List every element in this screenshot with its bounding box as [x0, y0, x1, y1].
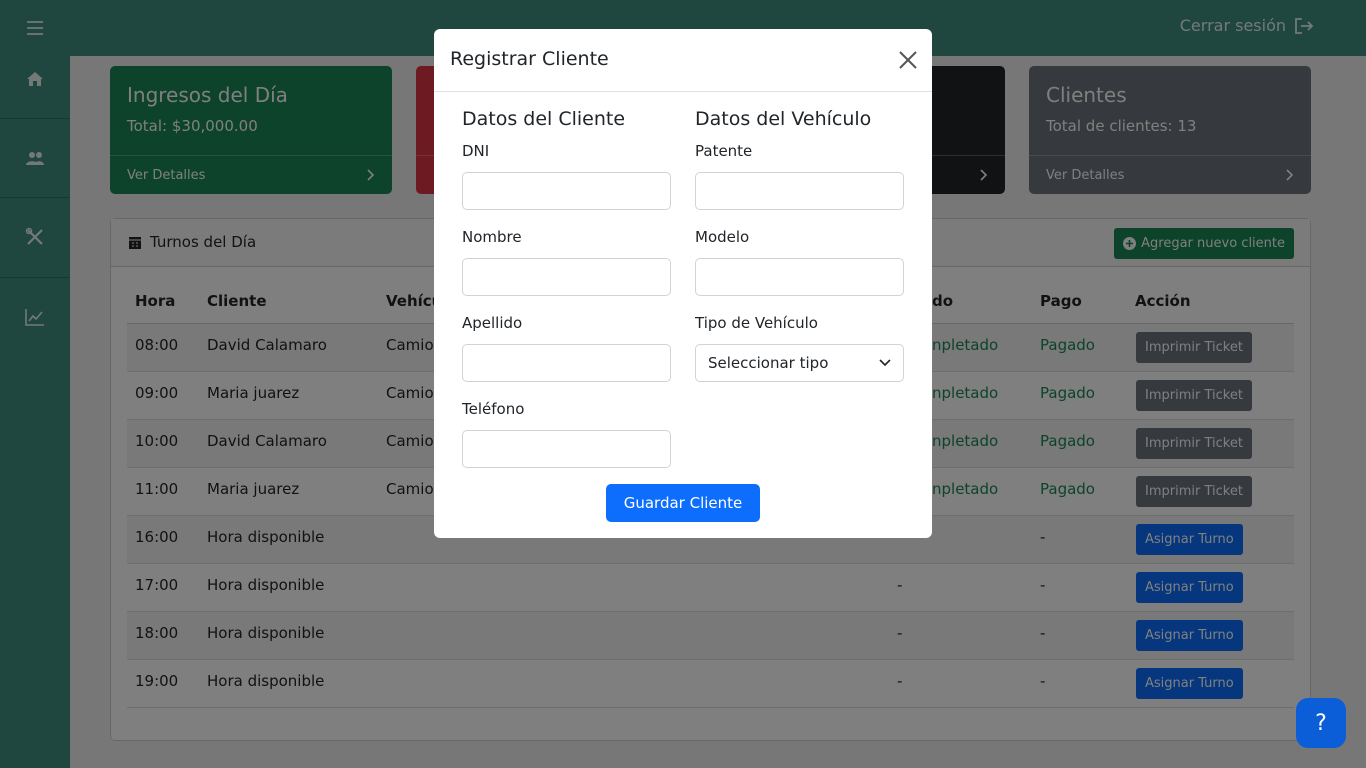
save-client-button[interactable]: Guardar Cliente: [606, 484, 760, 522]
nombre-label: Nombre: [462, 228, 522, 246]
modal-header: Registrar Cliente: [434, 29, 932, 92]
patente-label: Patente: [695, 142, 753, 160]
vehicle-section-title: Datos del Vehículo: [695, 108, 872, 130]
vehicle-type-select[interactable]: Seleccionar tipo: [695, 344, 904, 382]
modal-title: Registrar Cliente: [450, 48, 609, 70]
register-client-modal: Registrar Cliente Datos del Cliente Dato…: [434, 29, 932, 538]
telefono-label: Teléfono: [462, 400, 525, 418]
tipo-label: Tipo de Vehículo: [695, 314, 818, 332]
telefono-input[interactable]: [462, 430, 671, 468]
dni-input[interactable]: [462, 172, 671, 210]
patente-input[interactable]: [695, 172, 904, 210]
dni-label: DNI: [462, 142, 490, 160]
apellido-label: Apellido: [462, 314, 523, 332]
modelo-label: Modelo: [695, 228, 750, 246]
vehicle-type-value: Seleccionar tipo: [708, 354, 829, 372]
apellido-input[interactable]: [462, 344, 671, 382]
nombre-input[interactable]: [462, 258, 671, 296]
client-section-title: Datos del Cliente: [462, 108, 626, 130]
help-button[interactable]: ?: [1296, 698, 1346, 748]
close-icon: [899, 51, 917, 69]
chevron-down-icon: [879, 359, 891, 367]
close-button[interactable]: [898, 50, 918, 70]
modelo-input[interactable]: [695, 258, 904, 296]
